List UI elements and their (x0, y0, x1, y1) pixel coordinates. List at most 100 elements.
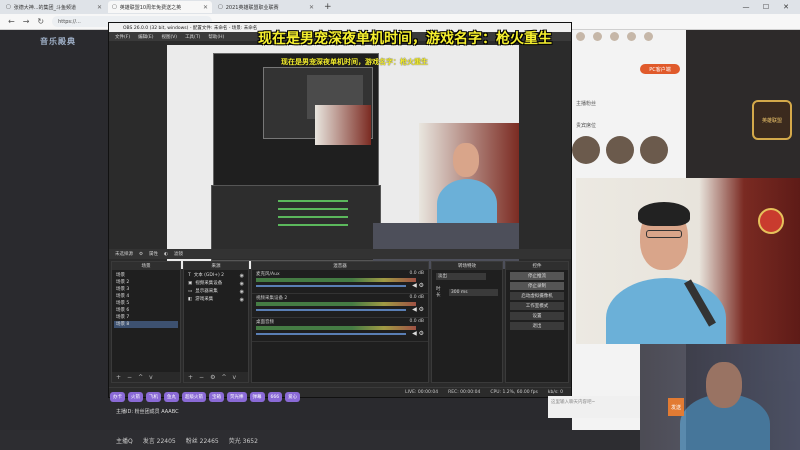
speaker-icon[interactable]: ◀ (412, 306, 417, 313)
pc-client-button[interactable]: PC客户端 (640, 64, 680, 74)
down-icon[interactable]: v (232, 374, 236, 381)
volume-slider[interactable] (256, 285, 406, 287)
virtual-camera-button[interactable]: 启动虚拟摄像机 (510, 292, 564, 300)
duration-input[interactable]: 300 ms (448, 288, 498, 296)
settings-button[interactable]: 设置 (510, 312, 564, 320)
avatar[interactable] (640, 136, 668, 164)
browser-tab-1[interactable]: ▢ 张德大神...的集团_斗鱼频道 ✕ (2, 1, 106, 13)
streamer-hair (638, 202, 690, 226)
forward-icon[interactable]: → (23, 17, 30, 26)
maximize-button[interactable]: ☐ (756, 0, 776, 14)
gear-icon[interactable]: ⚙ (419, 306, 424, 313)
source-item[interactable]: ◧ 游戏采集 ◉ (186, 296, 246, 304)
gift-item[interactable]: 飞机 (146, 392, 161, 402)
eye-icon[interactable]: ◉ (240, 288, 244, 296)
history-icon[interactable] (610, 32, 619, 41)
controls-header: 控件 (506, 262, 568, 270)
up-icon[interactable]: ^ (221, 374, 226, 381)
exit-button[interactable]: 退出 (510, 322, 564, 330)
bell-icon[interactable] (593, 32, 602, 41)
footer-stat: 粉丝 22465 (185, 438, 219, 445)
meter-bar (278, 216, 348, 218)
text-icon: T (188, 273, 191, 278)
scene-item[interactable]: 场景 (114, 272, 178, 279)
download-icon[interactable] (627, 32, 636, 41)
meter-bar (278, 224, 348, 226)
game-icon: ◧ (188, 297, 193, 302)
no-source-label: 未选择源 (115, 252, 133, 257)
back-icon[interactable]: ← (8, 17, 15, 26)
menu-view[interactable]: 视图(V) (161, 34, 177, 40)
user-icon[interactable] (576, 32, 585, 41)
menu-file[interactable]: 文件(F) (115, 34, 130, 40)
eye-icon[interactable]: ◉ (240, 280, 244, 288)
scene-item[interactable]: 场景 4 (114, 293, 178, 300)
speaker-icon[interactable]: ◀ (412, 330, 417, 337)
menu-help[interactable]: 帮助(H) (208, 34, 224, 40)
down-icon[interactable]: v (149, 374, 153, 381)
speaker-icon[interactable]: ◀ (412, 282, 417, 289)
close-icon[interactable]: ✕ (203, 4, 208, 11)
browser-tab-2[interactable]: ▢ 英雄联盟10周年免费送之英 ✕ (108, 1, 212, 13)
location-icon[interactable] (644, 32, 653, 41)
source-item[interactable]: ▭ 显示器采集 ◉ (186, 288, 246, 296)
source-label: 视频采集设备 (195, 281, 223, 286)
volume-slider[interactable] (256, 333, 406, 335)
scene-item[interactable]: 场景 7 (114, 314, 178, 321)
gift-item[interactable]: 爱心 (285, 392, 301, 402)
volume-slider[interactable] (256, 309, 406, 311)
new-tab-button[interactable]: + (324, 2, 332, 12)
gift-item[interactable]: 鱼丸 (164, 392, 179, 402)
gift-item[interactable]: 宝箱 (209, 392, 224, 402)
add-icon[interactable]: + (116, 374, 121, 381)
gear-icon[interactable]: ⚙ (210, 374, 215, 381)
send-button[interactable]: 发送 (668, 398, 684, 416)
close-icon[interactable]: ✕ (97, 4, 102, 11)
gift-item[interactable]: 办卡 (110, 392, 125, 402)
stop-streaming-button[interactable]: 停止推流 (510, 272, 564, 280)
studio-mode-button[interactable]: 工作室模式 (510, 302, 564, 310)
gift-item[interactable]: 666 (267, 392, 283, 402)
gear-icon[interactable]: ⚙ (139, 252, 143, 257)
filters-button[interactable]: 滤镜 (174, 251, 183, 257)
gift-item[interactable]: 弹幕 (249, 392, 265, 402)
meter-bar (278, 208, 348, 210)
gift-item[interactable]: 火箭 (128, 392, 143, 402)
obs-preview[interactable]: 现在是男宠深夜单机时间，游戏名字：枪火重生 (167, 45, 519, 269)
close-window-button[interactable]: ✕ (776, 0, 796, 14)
scene-item[interactable]: 场景 6 (114, 307, 178, 314)
menu-edit[interactable]: 编辑(E) (138, 34, 153, 40)
gift-item[interactable]: 超级火箭 (182, 392, 206, 402)
minimize-button[interactable]: — (736, 0, 756, 14)
properties-button[interactable]: 属性 (149, 251, 158, 257)
transition-select[interactable]: 淡出 (436, 273, 486, 280)
add-icon[interactable]: + (188, 374, 193, 381)
gift-item[interactable]: 荧光棒 (227, 392, 247, 402)
refresh-icon[interactable]: ↻ (37, 17, 44, 26)
gear-icon[interactable]: ⚙ (419, 330, 424, 337)
gear-icon[interactable]: ⚙ (419, 282, 424, 289)
up-icon[interactable]: ^ (138, 374, 143, 381)
footer-stat: 荧光 3652 (228, 438, 258, 445)
avatar[interactable] (572, 136, 600, 164)
bitrate-status: kb/s: 0 (547, 390, 563, 395)
source-item[interactable]: T 文本 (GDI+) 2 ◉ (186, 272, 246, 280)
source-item[interactable]: ▣ 视频采集设备 ◉ (186, 280, 246, 288)
eye-icon[interactable]: ◉ (240, 272, 244, 280)
scene-item[interactable]: 场景 5 (114, 300, 178, 307)
stop-recording-button[interactable]: 停止录制 (510, 282, 564, 290)
scene-item[interactable]: 场景 2 (114, 279, 178, 286)
browser-tab-3[interactable]: ▢ 2021英雄联盟职业联赛 ✕ (214, 1, 318, 13)
eye-icon[interactable]: ◉ (240, 296, 244, 304)
close-icon[interactable]: ✕ (309, 4, 314, 11)
avatar[interactable] (606, 136, 634, 164)
menu-tools[interactable]: 工具(T) (185, 34, 200, 40)
filter-icon[interactable]: ◐ (164, 252, 168, 257)
scene-item[interactable]: 场景 3 (114, 286, 178, 293)
scene-item-selected[interactable]: 场景 8 (114, 321, 178, 328)
remove-icon[interactable]: − (127, 374, 132, 381)
chat-input[interactable]: 这里输入聊天内容吧~ (548, 396, 640, 418)
mixer-dock: 混音器 麦克风/Aux 0.0 dB ◀ ⚙ 视频采集设备 2 0.0 dB ◀… (251, 261, 429, 383)
remove-icon[interactable]: − (199, 374, 204, 381)
chat-message: 主播ID: 粉丝团成员 AAABC (116, 409, 179, 415)
